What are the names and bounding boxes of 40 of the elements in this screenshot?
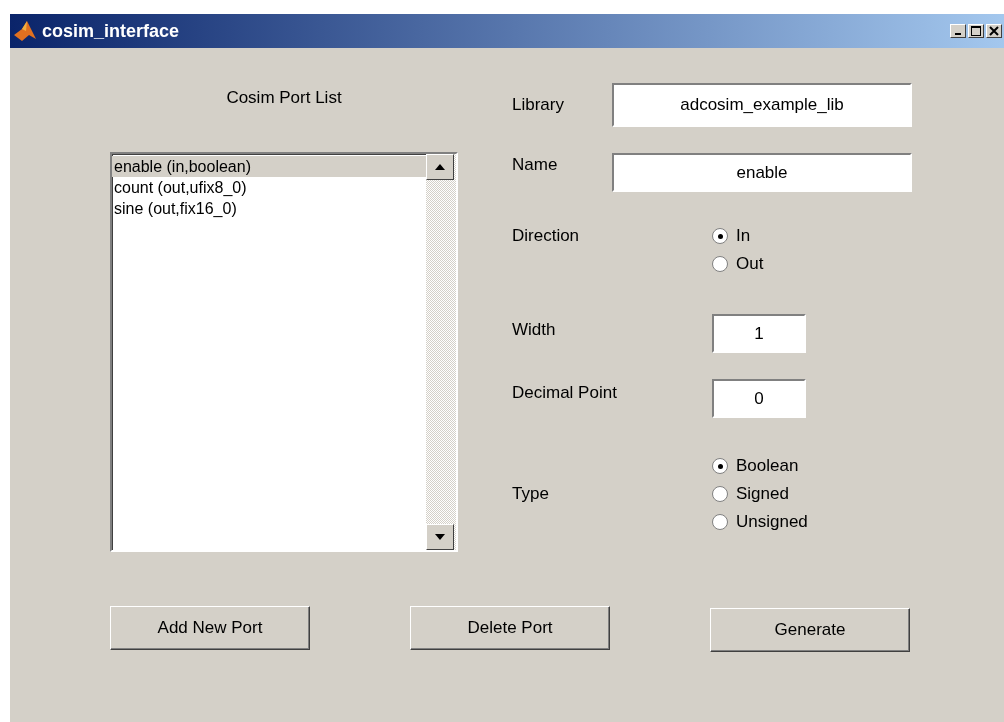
field-label: Type <box>512 484 550 504</box>
radio-button[interactable] <box>712 458 728 474</box>
width-field[interactable]: 1 <box>712 314 806 353</box>
radio-option[interactable]: Unsigned <box>712 508 808 536</box>
radio-button[interactable] <box>712 256 728 272</box>
port-list[interactable]: enable (in,boolean) count (out,ufix8_0) sine (out,fix16_0) <box>110 152 458 552</box>
name-field[interactable]: enable <box>612 153 912 192</box>
action-button[interactable]: Add New Port <box>110 606 310 650</box>
radio-option[interactable]: Out <box>712 250 764 278</box>
list-item[interactable]: count (out,ufix8_0) <box>112 177 426 198</box>
window-title: cosim_interface <box>42 20 181 42</box>
radio-option[interactable]: Boolean <box>712 452 808 480</box>
scrollbar[interactable] <box>426 154 456 550</box>
radio-button[interactable] <box>712 486 728 502</box>
field-label: Decimal Point <box>512 383 618 404</box>
action-button[interactable]: Generate <box>710 608 910 652</box>
list-item[interactable]: enable (in,boolean) <box>112 156 426 177</box>
field-label: Library <box>512 95 565 115</box>
radio-button[interactable] <box>712 514 728 530</box>
action-button[interactable]: Delete Port <box>410 606 610 650</box>
field-label: Name <box>512 155 559 176</box>
radio-option[interactable]: In <box>712 222 764 250</box>
field-label: Direction <box>512 226 581 247</box>
scroll-up-button[interactable] <box>426 154 454 180</box>
list-item[interactable]: sine (out,fix16_0) <box>112 198 426 219</box>
field-label: Width <box>512 320 557 341</box>
maximize-button[interactable] <box>968 24 984 38</box>
radio-button[interactable] <box>712 228 728 244</box>
up-arrow-icon <box>435 164 445 170</box>
app-icon <box>14 21 36 41</box>
down-arrow-icon <box>435 534 445 540</box>
minimize-button[interactable] <box>950 24 966 38</box>
list-title: Cosim Port List <box>226 88 342 109</box>
decimal-point-field[interactable]: 0 <box>712 379 806 418</box>
maximize-icon <box>971 26 981 36</box>
radio-option[interactable]: Signed <box>712 480 808 508</box>
close-icon <box>989 26 999 36</box>
scroll-down-button[interactable] <box>426 524 454 550</box>
close-button[interactable] <box>986 24 1002 38</box>
library-field[interactable]: adcosim_example_lib <box>612 83 912 127</box>
